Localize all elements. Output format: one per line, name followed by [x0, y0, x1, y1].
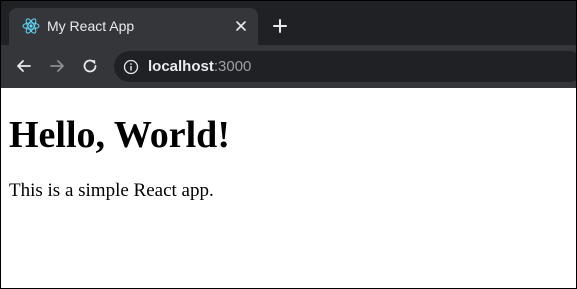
react-logo-icon	[22, 17, 40, 35]
tab-strip: My React App	[1, 1, 576, 45]
plus-icon[interactable]	[269, 15, 291, 37]
page-paragraph: This is a simple React app.	[9, 180, 214, 201]
tab-my-react-app[interactable]: My React App	[9, 8, 258, 45]
browser-toolbar: localhost:3000	[1, 45, 576, 88]
reload-icon[interactable]	[79, 55, 101, 77]
browser-window: My React App localhost:3000 Hello, World…	[0, 0, 577, 289]
url-host: localhost	[148, 58, 214, 75]
close-icon[interactable]	[231, 16, 251, 36]
page-heading: Hello, World!	[9, 114, 230, 156]
info-icon[interactable]	[123, 59, 139, 75]
page-content: Hello, World! This is a simple React app…	[1, 88, 576, 288]
back-arrow-icon[interactable]	[13, 55, 35, 77]
address-bar[interactable]: localhost:3000	[114, 51, 576, 82]
forward-arrow-icon[interactable]	[46, 55, 68, 77]
address-url: localhost:3000	[148, 58, 251, 75]
tab-title: My React App	[47, 18, 135, 34]
url-port: :3000	[213, 58, 252, 75]
